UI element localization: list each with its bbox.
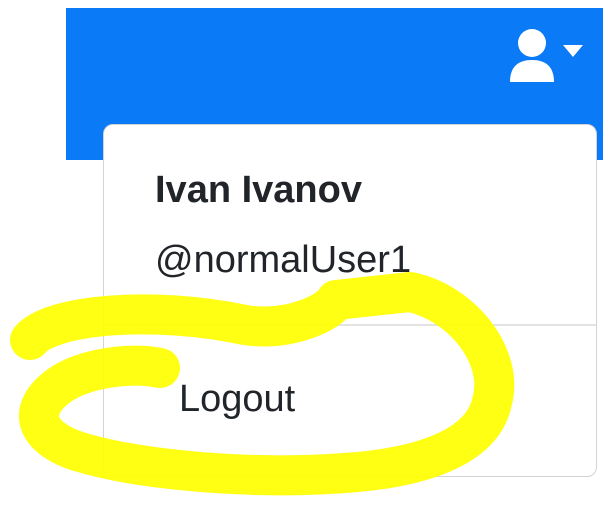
user-icon <box>510 29 554 82</box>
dropdown-divider <box>104 324 596 326</box>
logout-menu-item[interactable]: Logout <box>179 378 295 421</box>
user-display-name: Ivan Ivanov <box>155 169 362 211</box>
user-dropdown-menu: Ivan Ivanov @normalUser1 Logout <box>103 124 597 477</box>
caret-down-icon <box>563 45 583 57</box>
user-handle: @normalUser1 <box>155 239 412 281</box>
user-menu-toggle[interactable] <box>507 28 585 88</box>
